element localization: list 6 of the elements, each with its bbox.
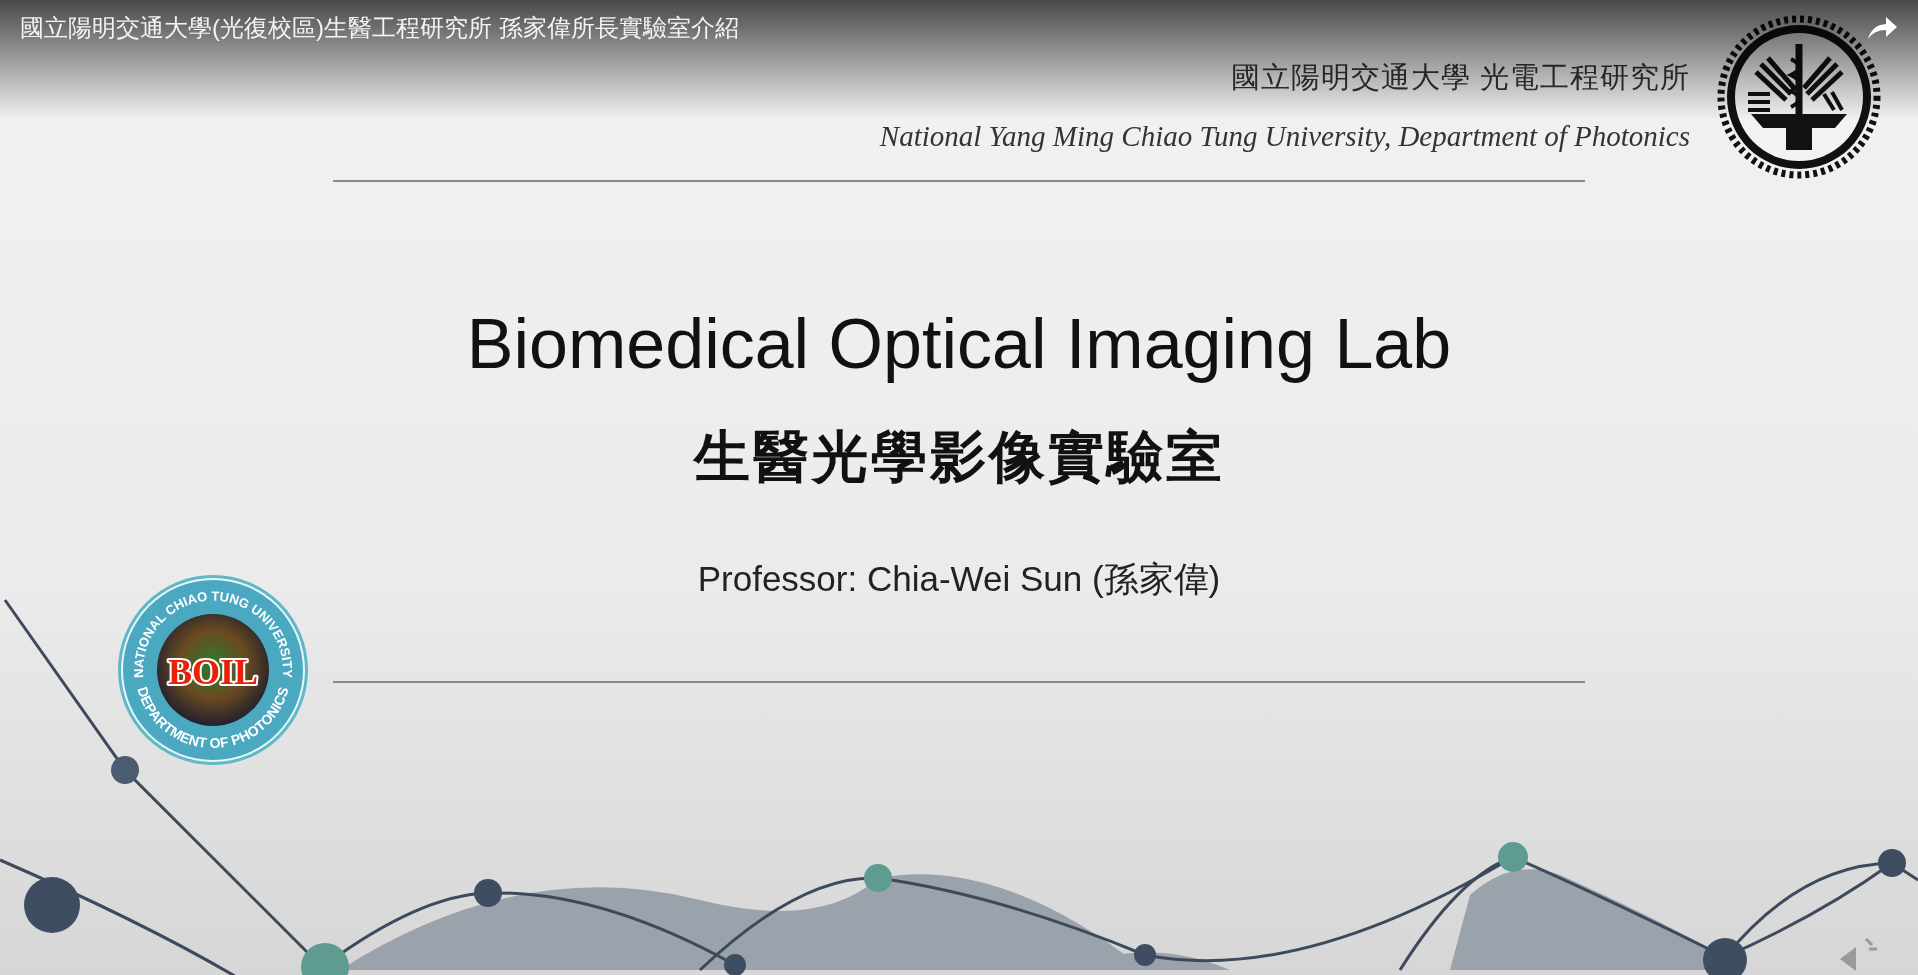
slide-subtitle: 生醫光學影像實驗室 [693,424,1225,490]
slide-title: Biomedical Optical Imaging Lab [466,304,1452,384]
professor-name: Professor: Chia-Wei Sun (孫家偉) [697,558,1221,600]
department-name-english: National Yang Ming Chiao Tung University, Department of Photonics [879,119,1690,153]
video-title-link[interactable]: 國立陽明交通大學(光復校區)生醫工程研究所 孫家偉所長實驗室介紹 [20,12,739,44]
department-name-chinese: 國立陽明交通大學 光電工程研究所 [1230,59,1690,95]
